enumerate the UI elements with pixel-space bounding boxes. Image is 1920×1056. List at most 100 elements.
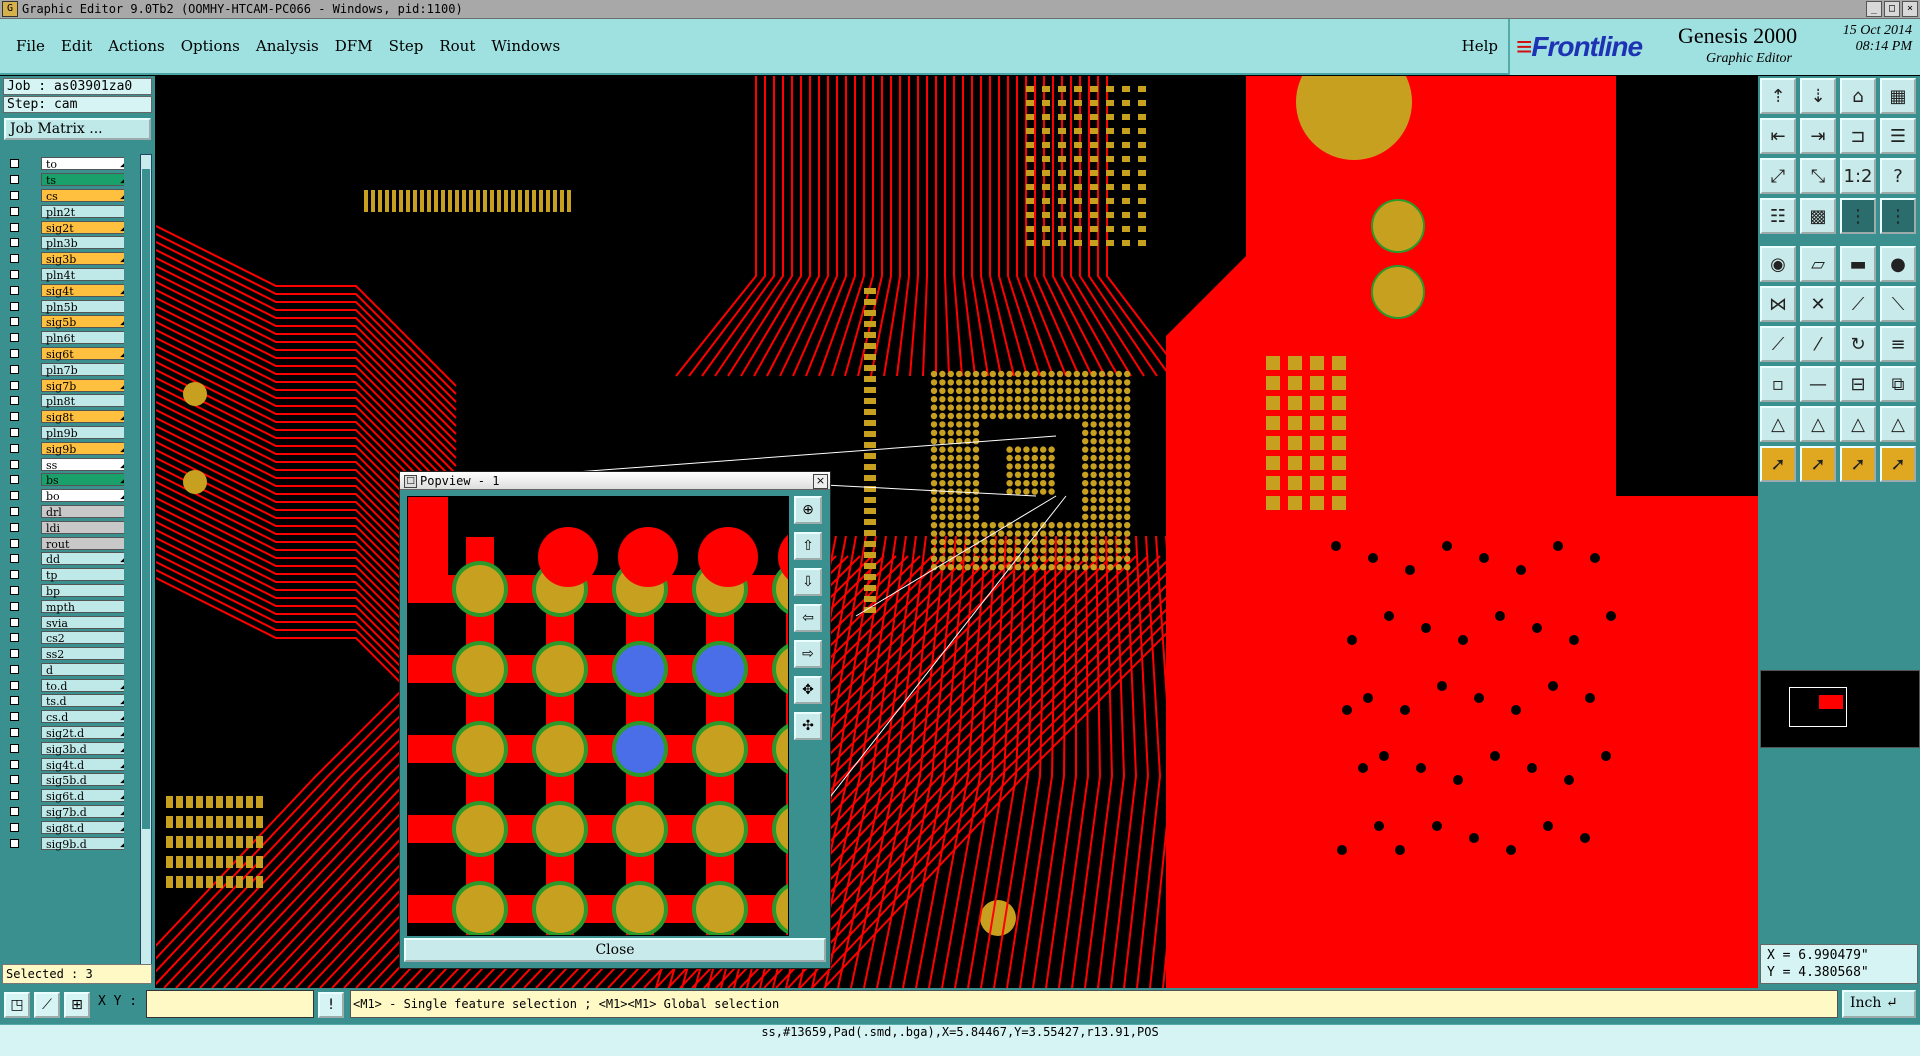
layer-row-sig3b-d[interactable]: sig3b.d ◢ [6, 740, 124, 756]
layer-row-sig8t[interactable]: sig8t ◢ [6, 409, 124, 425]
layer-row-cs2[interactable]: cs2 [6, 630, 124, 646]
layer-row-to-d[interactable]: to.d ◢ [6, 677, 124, 693]
layer-row-sig4t[interactable]: sig4t ◢ [6, 282, 124, 298]
measure2-icon[interactable]: ⋮ [1880, 198, 1916, 234]
help-icon[interactable]: ? [1880, 158, 1916, 194]
layer-checkbox[interactable] [10, 222, 19, 232]
layer-row-pln3b[interactable]: pln3b [6, 235, 124, 251]
layer-list-scrollbar[interactable] [140, 154, 152, 966]
layer-row-to[interactable]: to ◢ [6, 156, 124, 172]
popview-zoom-area[interactable] [407, 496, 789, 936]
layer-checkbox[interactable] [10, 206, 19, 216]
right-icon[interactable]: ⇥ [1800, 118, 1836, 154]
layer-name[interactable]: ldi [41, 520, 124, 535]
menu-file[interactable]: File [8, 37, 53, 55]
popview-pan-right-icon[interactable]: ⇨ [794, 640, 822, 668]
rect-icon[interactable]: ▫ [1760, 366, 1796, 402]
unit-selector[interactable]: Inch ↵ [1842, 990, 1916, 1018]
connect-icon[interactable]: ⋈ [1760, 286, 1796, 322]
layer-checkbox[interactable] [10, 633, 19, 643]
layer-checkbox[interactable] [10, 664, 19, 674]
layer-row-sig9b[interactable]: sig9b ◢ [6, 440, 124, 456]
triangle4-icon[interactable]: △ [1880, 406, 1916, 442]
circle-tool-icon[interactable]: ● [1880, 246, 1916, 282]
layer-row-sig7b-d[interactable]: sig7b.d ◢ [6, 804, 124, 820]
menu-dfm[interactable]: DFM [327, 37, 381, 55]
layer-checkbox[interactable] [10, 285, 19, 295]
grid-icon[interactable]: ▦ [1880, 78, 1916, 114]
layer-checkbox[interactable] [10, 570, 19, 580]
layer-checkbox[interactable] [10, 333, 19, 343]
menu-step[interactable]: Step [381, 37, 432, 55]
layer-row-pln7b[interactable]: pln7b [6, 361, 124, 377]
layer-name[interactable]: d [41, 662, 124, 677]
fill-icon[interactable]: ▩ [1800, 198, 1836, 234]
layer-checkbox[interactable] [10, 791, 19, 801]
scrollbar-thumb[interactable] [142, 169, 150, 829]
mirror-icon[interactable]: ⊐ [1840, 118, 1876, 154]
job-matrix-button[interactable]: Job Matrix ... [4, 118, 151, 140]
layer-checkbox[interactable] [10, 838, 19, 848]
popview-close-icon[interactable]: × [813, 474, 828, 489]
layer-checkbox[interactable] [10, 649, 19, 659]
popview-pan-down-icon[interactable]: ⇩ [794, 568, 822, 596]
text-icon[interactable]: ≡ [1880, 326, 1916, 362]
layer-checkbox[interactable] [10, 538, 19, 548]
layer-name[interactable]: mpth [41, 599, 124, 614]
line2-icon[interactable]: ⁄ [1800, 326, 1836, 362]
triangle1-icon[interactable]: △ [1760, 406, 1796, 442]
layer-checkbox[interactable] [10, 254, 19, 264]
overview-map[interactable] [1760, 670, 1920, 748]
layer-name[interactable]: bo ◢ [41, 489, 124, 503]
layer-checkbox[interactable] [10, 364, 19, 374]
pointer3-icon[interactable]: ➚ [1840, 446, 1876, 482]
home-icon[interactable]: ⌂ [1840, 78, 1876, 114]
popview-close-button[interactable]: Close [404, 938, 826, 962]
layers-icon[interactable]: ☷ [1760, 198, 1796, 234]
layer-name[interactable]: sig4t ◢ [41, 283, 124, 298]
line-icon[interactable]: ⟋ [1760, 326, 1796, 362]
layer-row-sig5b-d[interactable]: sig5b.d ◢ [6, 772, 124, 788]
layer-row-ts[interactable]: ts ◢ [6, 172, 124, 188]
layer-row-dd[interactable]: dd ◢ [6, 551, 124, 567]
layer-row-drl[interactable]: drl [6, 504, 124, 520]
layer-row-ldi[interactable]: ldi [6, 519, 124, 535]
layer-checkbox[interactable] [10, 412, 19, 422]
list-icon[interactable]: ☰ [1880, 118, 1916, 154]
layer-row-rout[interactable]: rout [6, 535, 124, 551]
layer-row-bs[interactable]: bs ◢ [6, 472, 124, 488]
bar-icon[interactable]: — [1800, 366, 1836, 402]
layer-name[interactable]: cs ◢ [41, 188, 124, 203]
layer-row-sig9b-d[interactable]: sig9b.d ◢ [6, 835, 124, 851]
layer-name[interactable]: cs.d ◢ [41, 710, 124, 724]
delete-icon[interactable]: ✕ [1800, 286, 1836, 322]
layer-name[interactable]: to.d ◢ [41, 678, 124, 693]
layer-row-svia[interactable]: svia [6, 614, 124, 630]
layer-row-sig2t-d[interactable]: sig2t.d ◢ [6, 725, 124, 741]
layer-name[interactable]: to ◢ [41, 157, 124, 171]
layer-checkbox[interactable] [10, 269, 19, 279]
info-icon[interactable]: ! [318, 992, 344, 1018]
layer-name[interactable]: bs ◢ [41, 473, 124, 487]
minimize-button[interactable]: _ [1866, 1, 1882, 17]
layer-name[interactable]: sig8t ◢ [41, 410, 124, 424]
maximize-button[interactable]: □ [1884, 1, 1900, 17]
layer-name[interactable]: sig6t.d ◢ [41, 789, 124, 803]
layer-name[interactable]: svia [41, 615, 124, 630]
layer-name[interactable]: rout [41, 536, 124, 551]
layer-checkbox[interactable] [10, 159, 19, 169]
layer-name[interactable]: sig2t.d ◢ [41, 726, 124, 740]
triangle3-icon[interactable]: △ [1840, 406, 1876, 442]
top-view-icon[interactable]: ⇡ [1760, 78, 1796, 114]
layer-name[interactable]: sig4t.d ◢ [41, 757, 124, 772]
layer-checkbox[interactable] [10, 585, 19, 595]
layer-checkbox[interactable] [10, 348, 19, 358]
layer-name[interactable]: pln4t [41, 267, 124, 282]
layer-row-ts-d[interactable]: ts.d ◢ [6, 693, 124, 709]
layer-row-pln5b[interactable]: pln5b [6, 298, 124, 314]
pointer1-icon[interactable]: ➚ [1760, 446, 1796, 482]
scale-icon[interactable]: 1:2 [1840, 158, 1876, 194]
menu-options[interactable]: Options [173, 37, 248, 55]
zoom-window-icon[interactable]: ⤡ [1800, 158, 1836, 194]
popview-fit-icon[interactable]: ✥ [794, 676, 822, 704]
